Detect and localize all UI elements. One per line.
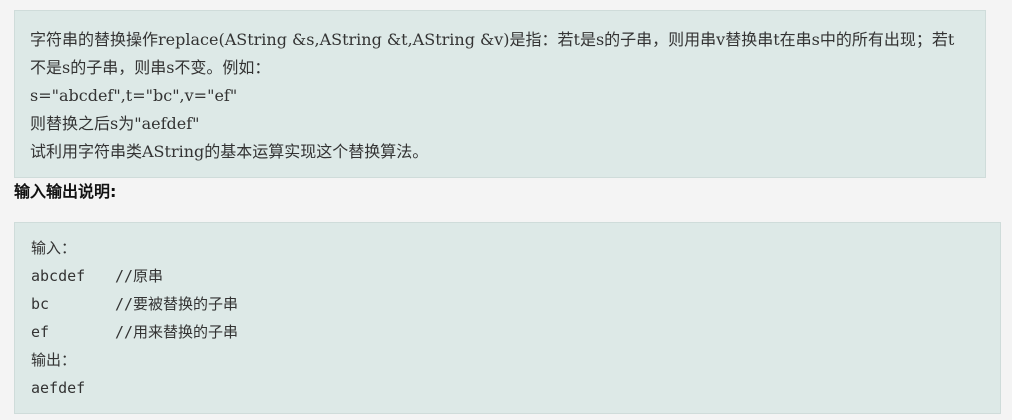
io-line-target-substring: bc //要被替换的子串 — [31, 290, 1000, 318]
io-line-value: 输入： — [31, 239, 77, 257]
io-line-input-label: 输入： — [31, 234, 1000, 262]
result-line: 则替换之后s为"aefdef" — [30, 114, 200, 133]
io-line-comment: //用来替换的子串 — [115, 323, 239, 341]
io-line-comment: //要被替换的子串 — [115, 295, 239, 313]
problem-description: 字符串的替换操作replace(AString &s,AString &t,AS… — [30, 30, 955, 77]
io-section-heading: 输入输出说明: — [14, 182, 117, 201]
io-line-output-value: aefdef — [31, 374, 1000, 402]
io-line-value: 输出： — [31, 351, 77, 369]
task-line: 试利用字符串类AString的基本运算实现这个替换算法。 — [30, 142, 429, 161]
io-line-output-label: 输出： — [31, 346, 1000, 374]
io-example-box: 输入： abcdef //原串 bc //要被替换的子串 ef //用来替换的子… — [14, 222, 1001, 414]
io-line-value: ef — [31, 323, 50, 341]
example-line: s="abcdef",t="bc",v="ef" — [30, 86, 238, 105]
io-line-comment: //原串 — [115, 267, 164, 285]
io-line-source-string: abcdef //原串 — [31, 262, 1000, 290]
io-line-value: abcdef — [31, 267, 86, 285]
io-line-value: bc — [31, 295, 50, 313]
io-line-replacement-substring: ef //用来替换的子串 — [31, 318, 1000, 346]
problem-statement-box: 字符串的替换操作replace(AString &s,AString &t,AS… — [14, 10, 986, 178]
io-line-value: aefdef — [31, 379, 86, 397]
